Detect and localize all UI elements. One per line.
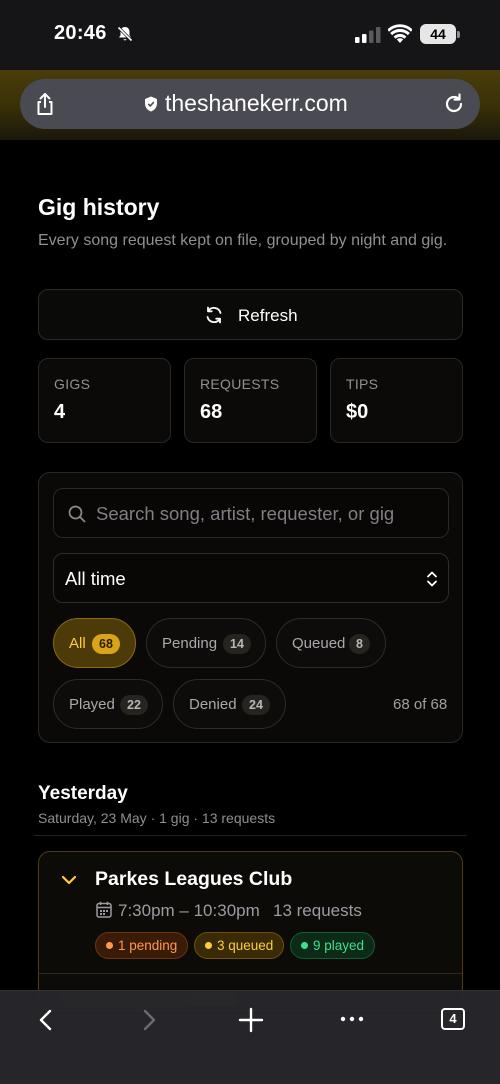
tabs-icon[interactable]: 4 — [441, 1008, 465, 1030]
filter-chip-all[interactable]: All 68 — [53, 618, 136, 668]
gig-name: Parkes Leagues Club — [95, 868, 293, 890]
section-title: Yesterday — [38, 783, 128, 804]
stat-label: GIGS — [54, 376, 91, 392]
page-title: Gig history — [38, 194, 160, 220]
filter-panel: All time All 68 Pending 14 Queued 8 Play… — [38, 472, 463, 743]
updown-icon — [427, 571, 437, 587]
share-icon[interactable] — [32, 91, 58, 117]
status-bar: 20:46 44 — [0, 0, 500, 70]
filter-chip-denied[interactable]: Denied 24 — [173, 679, 286, 729]
refresh-button[interactable]: Refresh — [38, 289, 463, 340]
status-time: 20:46 — [54, 22, 107, 44]
url-bar[interactable]: theshanekerr.com — [20, 79, 480, 129]
chip-count: 22 — [120, 695, 148, 715]
signal-icon — [355, 27, 381, 43]
stat-card-gigs: GIGS 4 — [38, 358, 171, 443]
stat-value: $0 — [346, 401, 369, 423]
page-subtitle: Every song request kept on file, grouped… — [38, 232, 448, 249]
chip-count: 24 — [242, 695, 270, 715]
url-text[interactable]: theshanekerr.com — [165, 90, 348, 117]
chip-label: Played — [69, 696, 115, 713]
bell-slash-icon — [116, 25, 134, 43]
wifi-icon — [388, 24, 412, 43]
chevron-down-icon[interactable] — [61, 874, 77, 886]
gig-card[interactable]: Parkes Leagues Club 7:30pm – 10:30pm 13 … — [38, 851, 463, 1011]
browser-toolbar: 4 — [0, 990, 500, 1084]
section-divider — [34, 835, 467, 836]
battery-indicator: 44 — [420, 24, 460, 44]
filter-chip-pending[interactable]: Pending 14 — [146, 618, 266, 668]
refresh-label: Refresh — [238, 306, 298, 325]
stat-card-tips: TIPS $0 — [330, 358, 463, 443]
back-icon[interactable] — [36, 1008, 56, 1032]
search-box[interactable] — [53, 488, 449, 538]
status-badge-played: 9 played — [290, 932, 376, 959]
search-icon — [68, 505, 86, 523]
chip-label: Queued — [292, 635, 346, 652]
time-range-select[interactable]: All time — [53, 553, 449, 603]
stat-value: 68 — [200, 401, 223, 423]
search-input[interactable] — [96, 502, 441, 526]
status-badge-queued: 3 queued — [194, 932, 285, 959]
browser-url-region: theshanekerr.com — [0, 70, 500, 140]
stat-value: 4 — [54, 401, 66, 423]
reload-icon[interactable] — [442, 92, 466, 116]
chip-count: 68 — [92, 634, 120, 654]
filter-chip-played[interactable]: Played 22 — [53, 679, 163, 729]
calendar-icon — [96, 901, 112, 918]
filter-chip-queued[interactable]: Queued 8 — [276, 618, 386, 668]
more-icon[interactable] — [340, 1015, 364, 1023]
chip-count: 8 — [349, 634, 370, 654]
time-range-value: All time — [65, 568, 126, 589]
plus-icon[interactable] — [238, 1007, 264, 1033]
status-badge-pending: 1 pending — [95, 932, 189, 959]
stat-label: REQUESTS — [200, 376, 280, 392]
chip-count: 14 — [223, 634, 251, 654]
shield-icon — [145, 96, 157, 112]
chip-label: All — [69, 635, 86, 652]
chip-label: Denied — [189, 696, 237, 713]
gig-request-count: 13 requests — [273, 901, 362, 920]
card-divider — [39, 973, 462, 974]
stat-card-requests: REQUESTS 68 — [184, 358, 317, 443]
result-count: 68 of 68 — [393, 696, 448, 713]
chip-label: Pending — [162, 635, 218, 652]
forward-icon[interactable] — [139, 1008, 159, 1032]
refresh-icon — [206, 306, 222, 324]
stat-label: TIPS — [346, 376, 379, 392]
section-meta: Saturday, 23 May · 1 gig · 13 requests — [38, 810, 276, 826]
gig-time: 7:30pm – 10:30pm — [118, 901, 260, 920]
